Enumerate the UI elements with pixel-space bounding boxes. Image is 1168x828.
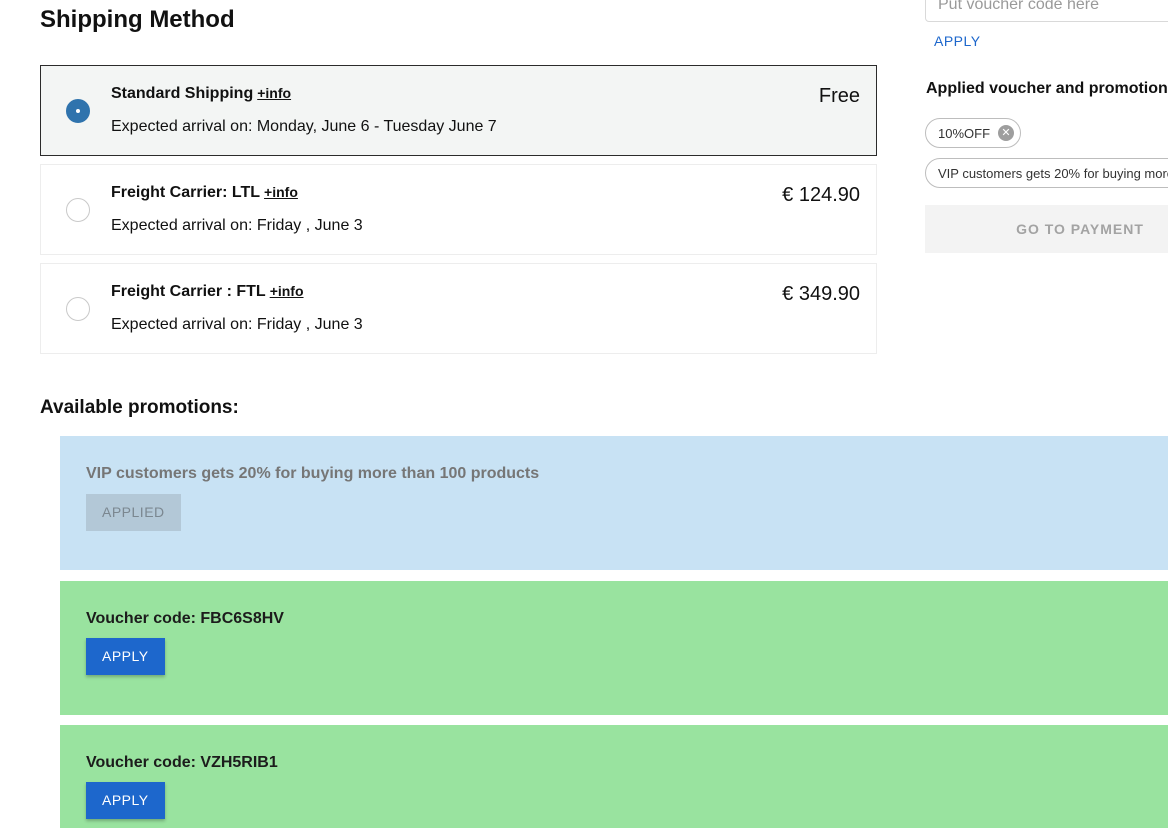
shipping-method-title: Shipping Method xyxy=(40,6,235,33)
info-link[interactable]: +info xyxy=(257,85,291,101)
applied-vouchers-title: Applied voucher and promotions xyxy=(926,80,1168,97)
go-to-payment-button[interactable]: GO TO PAYMENT xyxy=(925,205,1168,253)
apply-voucher-link[interactable]: APPLY xyxy=(934,33,981,49)
shipping-option-ltl[interactable]: Freight Carrier: LTL +info Expected arriv… xyxy=(40,164,877,255)
promotion-card-voucher: Voucher code: FBC6S8HV APPLY xyxy=(60,581,1168,715)
radio-selected-icon[interactable] xyxy=(66,99,90,123)
applied-voucher-chip: 10%OFF ✕ xyxy=(925,118,1022,148)
shipping-option-arrival: Expected arrival on: Friday , June 3 xyxy=(111,316,363,333)
promotion-label: Voucher code: VZH5RIB1 xyxy=(86,754,278,771)
shipping-option-arrival: Expected arrival on: Monday, June 6 - Tu… xyxy=(111,118,497,135)
applied-button: APPLIED xyxy=(86,494,181,531)
shipping-option-standard[interactable]: Standard Shipping +info Expected arrival … xyxy=(40,65,877,156)
shipping-option-price: Free xyxy=(818,85,860,107)
apply-voucher-button[interactable]: APPLY xyxy=(86,638,165,675)
shipping-option-name: Freight Carrier : FTL xyxy=(111,283,266,300)
shipping-option-name: Freight Carrier: LTL xyxy=(111,184,261,201)
shipping-option-name: Standard Shipping xyxy=(111,85,254,102)
voucher-code-input[interactable] xyxy=(925,0,1168,22)
info-link[interactable]: +info xyxy=(270,283,304,299)
shipping-option-ftl[interactable]: Freight Carrier : FTL +info Expected arri… xyxy=(40,263,877,354)
chip-label: 10%OFF xyxy=(938,125,991,141)
remove-chip-icon[interactable]: ✕ xyxy=(998,125,1015,141)
promotion-card-voucher: Voucher code: VZH5RIB1 APPLY xyxy=(60,725,1168,828)
radio-unselected-icon[interactable] xyxy=(66,198,90,222)
radio-unselected-icon[interactable] xyxy=(66,297,90,321)
promotion-label: Voucher code: FBC6S8HV xyxy=(86,610,284,627)
promotion-card-applied: VIP customers gets 20% for buying more t… xyxy=(60,436,1168,570)
chip-label: VIP customers gets 20% for buying more t… xyxy=(938,165,1168,181)
applied-promotion-chip: VIP customers gets 20% for buying more t… xyxy=(925,158,1168,188)
shipping-option-arrival: Expected arrival on: Friday , June 3 xyxy=(111,217,363,234)
shipping-option-price: € 349.90 xyxy=(782,283,860,305)
apply-voucher-button[interactable]: APPLY xyxy=(86,782,165,819)
promotion-label: VIP customers gets 20% for buying more t… xyxy=(86,465,540,482)
available-promotions-title: Available promotions: xyxy=(40,397,239,418)
shipping-option-price: € 124.90 xyxy=(782,184,860,206)
info-link[interactable]: +info xyxy=(264,184,298,200)
